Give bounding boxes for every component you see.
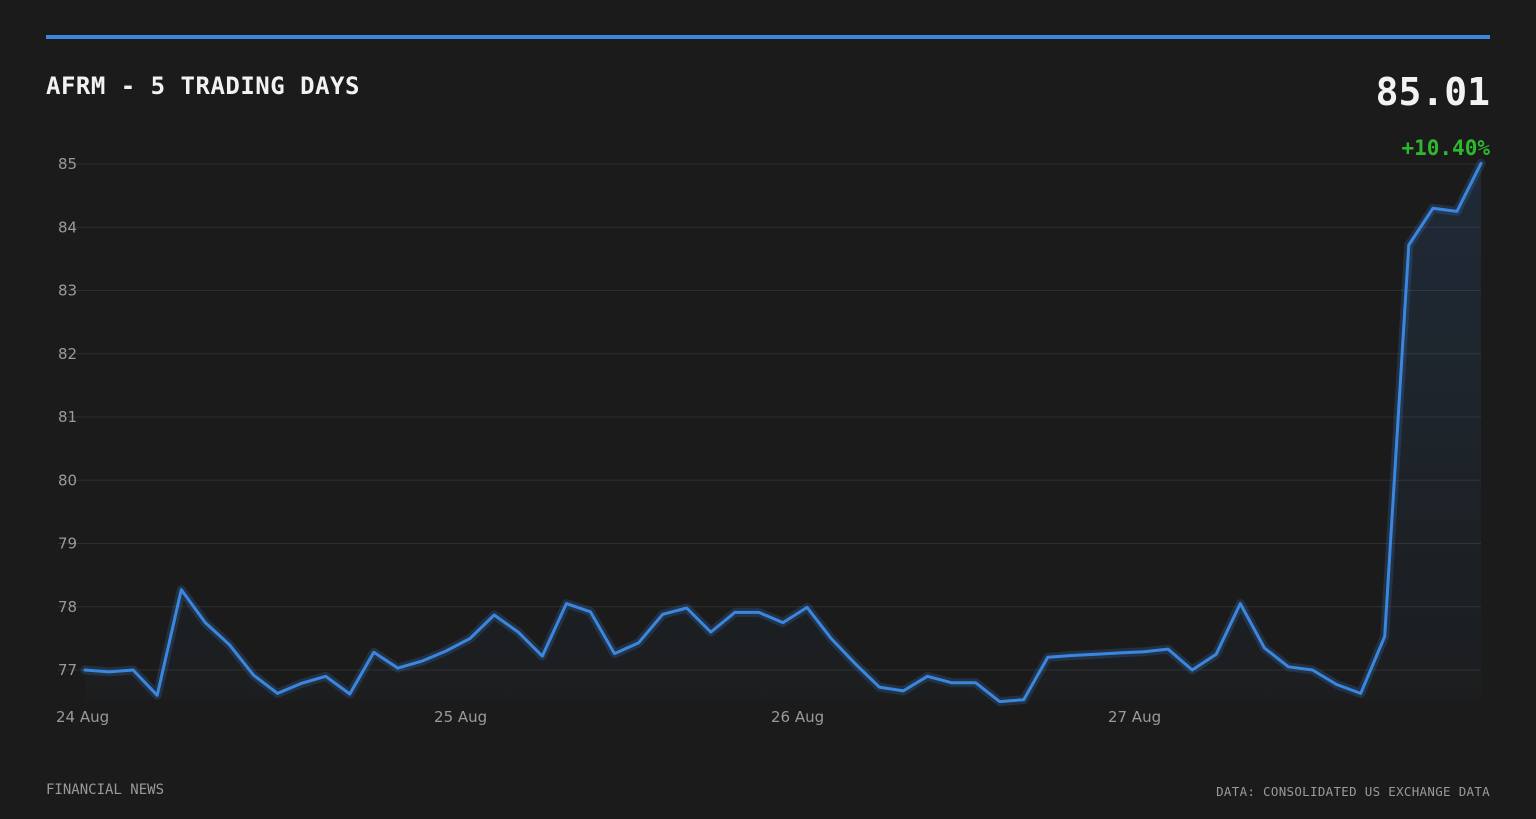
data-point [685,607,688,610]
data-point [1022,698,1025,701]
x-tick-label: 24 Aug [56,708,109,726]
data-point [1070,654,1073,657]
data-point [1480,162,1483,165]
data-point [1263,646,1266,649]
data-point [1287,665,1290,668]
data-point [1167,648,1170,651]
data-point [902,689,905,692]
y-tick-label: 78 [58,598,77,616]
data-point [637,641,640,644]
data-point [445,650,448,653]
data-point [156,694,159,697]
data-point [1143,650,1146,653]
series [80,158,1486,707]
y-tick-label: 80 [58,471,77,489]
data-point [613,652,616,655]
data-point [974,681,977,684]
data-point [396,667,399,670]
data-point [830,637,833,640]
y-tick-label: 84 [58,218,77,236]
y-tick-label: 81 [58,408,77,426]
data-point [589,610,592,613]
data-point [1119,651,1122,654]
x-tick-label: 25 Aug [434,708,487,726]
data-point [709,631,712,634]
x-tick-label: 26 Aug [771,708,824,726]
data-point [84,669,87,672]
y-tick-label: 83 [58,282,77,300]
data-point [1431,207,1434,210]
data-point [469,637,472,640]
data-point [1311,669,1314,672]
footer-source-right: DATA: CONSOLIDATED US EXCHANGE DATA [1216,784,1490,799]
data-point [1046,656,1049,659]
grid-lines [58,163,1481,671]
data-point [493,614,496,617]
x-axis: 24 Aug 25 Aug 26 Aug 27 Aug [56,708,1161,726]
footer-source-left: FINANCIAL NEWS [46,782,165,798]
data-point [661,613,664,616]
data-point [132,669,135,672]
data-point [348,693,351,696]
data-point [1215,653,1218,656]
y-tick-label: 82 [58,345,77,363]
data-point [926,675,929,678]
data-point [950,681,953,684]
data-point [180,588,183,591]
data-point [517,631,520,634]
data-point [1094,653,1097,656]
y-tick-label: 85 [58,155,77,173]
data-point [372,651,375,654]
data-point [300,682,303,685]
y-tick-label: 77 [58,661,77,679]
data-point [1191,669,1194,672]
data-point [782,621,785,624]
data-point [204,621,207,624]
series-line [83,161,1483,704]
data-point [228,643,231,646]
data-point [998,700,1001,703]
data-point [541,655,544,658]
data-point [1335,683,1338,686]
data-point [276,692,279,695]
line-chart: 77 78 79 80 81 82 83 84 85 24 Aug 25 Aug 26 Aug 27 … [56,155,1486,726]
data-point [757,611,760,614]
data-point [1239,602,1242,605]
data-point [733,611,736,614]
data-point [854,662,857,665]
data-point [806,606,809,609]
data-point [252,674,255,677]
data-point [1455,210,1458,213]
y-axis: 77 78 79 80 81 82 83 84 85 [58,155,77,679]
chart-card: AFRM - 5 TRADING DAYS 85.01 +10.40% 77 78… [0,0,1536,819]
data-point [421,660,424,663]
data-point [1407,244,1410,247]
data-point [324,675,327,678]
y-tick-label: 79 [58,535,77,553]
x-tick-label: 27 Aug [1108,708,1161,726]
data-point [878,686,881,689]
data-point [108,670,111,673]
data-point [1383,635,1386,638]
data-point [565,602,568,605]
data-point [1359,692,1362,695]
